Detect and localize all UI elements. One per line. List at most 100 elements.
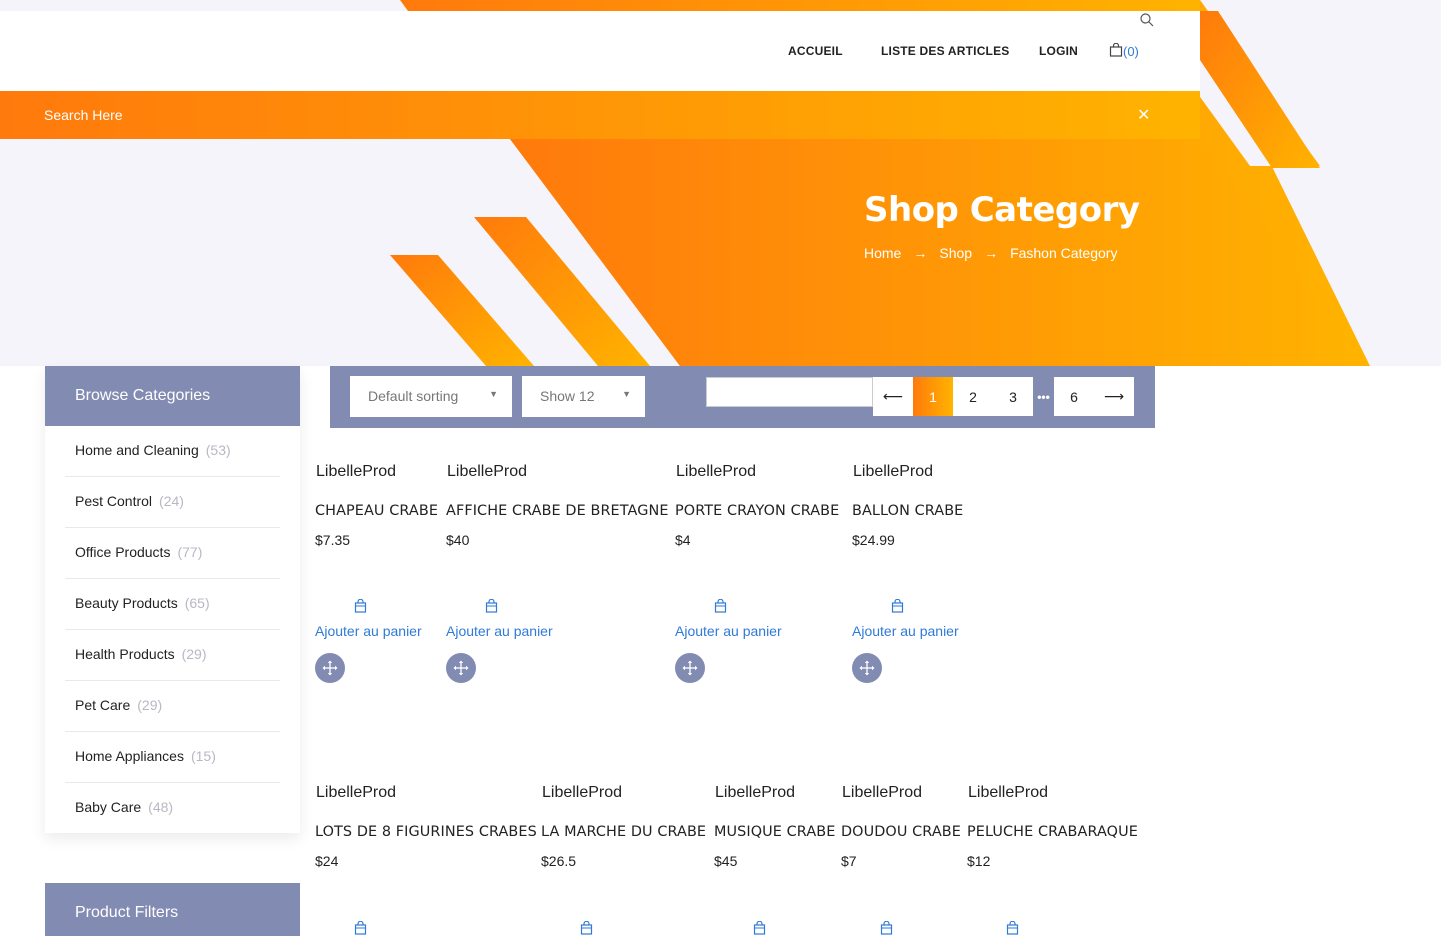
page-button[interactable]: 6 [1054, 377, 1094, 416]
product-image[interactable]: LibelleProd [315, 460, 396, 481]
nav-accueil[interactable]: ACCUEIL [788, 44, 843, 58]
shopping-bag-icon[interactable] [354, 920, 367, 936]
product-title[interactable]: LA MARCHE DU CRABE [541, 824, 706, 840]
product-image[interactable]: LibelleProd [714, 781, 795, 802]
product-image[interactable]: LibelleProd [541, 781, 622, 802]
arrow-right-icon: → [984, 245, 999, 261]
product-title[interactable]: BALLON CRABE [852, 503, 963, 519]
product-image-alt: LibelleProd [676, 463, 757, 480]
search-bar[interactable]: Search Here ✕ [0, 91, 1200, 139]
category-item[interactable]: Office Products (77) [65, 528, 280, 579]
category-count: (65) [184, 595, 210, 611]
category-label: Home Appliances [75, 748, 184, 764]
shopping-bag-icon[interactable] [753, 920, 766, 936]
product-price: $24 [315, 853, 339, 869]
shopping-bag-icon[interactable] [880, 920, 893, 936]
category-label: Health Products [75, 646, 175, 662]
category-count: (53) [205, 442, 231, 458]
product-image-alt: LibelleProd [968, 784, 1049, 801]
product-title[interactable]: DOUDOU CRABE [841, 824, 961, 840]
move-button[interactable] [852, 653, 882, 683]
add-to-cart-link[interactable]: Ajouter au panier [315, 623, 422, 639]
move-button[interactable] [315, 653, 345, 683]
product-price: $4 [675, 532, 691, 548]
page-button[interactable]: 3 [993, 377, 1033, 416]
cart-button[interactable]: (0) [1109, 42, 1139, 60]
breadcrumb-category[interactable]: Fashon Category [1010, 245, 1117, 261]
prev-page-button[interactable]: ⟵ [873, 377, 913, 416]
category-count: (48) [148, 799, 174, 815]
product-image-alt: LibelleProd [842, 784, 923, 801]
shopping-bag-icon[interactable] [1006, 920, 1019, 936]
product-title[interactable]: AFFICHE CRABE DE BRETAGNE [446, 503, 669, 519]
product-image[interactable]: LibelleProd [852, 460, 933, 481]
category-label: Home and Cleaning [75, 442, 199, 458]
page-button[interactable]: 1 [913, 377, 953, 416]
shopping-bag-icon[interactable] [354, 598, 367, 618]
top-header: ACCUEIL LISTE DES ARTICLES LOGIN (0) [0, 11, 1200, 91]
product-image-alt: LibelleProd [316, 463, 397, 480]
nav-login[interactable]: LOGIN [1039, 44, 1078, 58]
close-icon[interactable]: ✕ [1137, 105, 1150, 125]
category-item[interactable]: Baby Care (48) [65, 783, 280, 834]
shopping-bag-icon[interactable] [714, 598, 727, 618]
nav-liste-des-articles[interactable]: LISTE DES ARTICLES [881, 44, 1010, 58]
product-title[interactable]: PELUCHE CRABARAQUE [967, 824, 1138, 840]
product-filters-title: Product Filters [45, 883, 300, 936]
category-item[interactable]: Pet Care (29) [65, 681, 280, 732]
add-to-cart-link[interactable]: Ajouter au panier [852, 623, 959, 639]
product-image[interactable]: LibelleProd [841, 781, 922, 802]
product-image-alt: LibelleProd [715, 784, 796, 801]
product-image[interactable]: LibelleProd [315, 781, 396, 802]
browse-categories-title: Browse Categories [45, 366, 300, 426]
product-price: $7 [841, 853, 857, 869]
product-image[interactable]: LibelleProd [967, 781, 1048, 802]
search-placeholder[interactable]: Search Here [44, 107, 123, 123]
search-icon[interactable] [1140, 13, 1154, 32]
category-item[interactable]: Home Appliances (15) [65, 732, 280, 783]
add-to-cart-link[interactable]: Ajouter au panier [675, 623, 782, 639]
product-image-alt: LibelleProd [542, 784, 623, 801]
product-title[interactable]: CHAPEAU CRABE [315, 503, 438, 519]
product-price: $12 [967, 853, 991, 869]
category-count: (29) [181, 646, 207, 662]
browse-categories-panel: Browse Categories Home and Cleaning (53) … [45, 366, 300, 833]
category-item[interactable]: Health Products (29) [65, 630, 280, 681]
add-to-cart-link[interactable]: Ajouter au panier [446, 623, 553, 639]
product-title[interactable]: LOTS DE 8 FIGURINES CRABES [315, 824, 537, 840]
shopping-bag-icon[interactable] [485, 598, 498, 618]
arrow-right-icon: ⟶ [1103, 388, 1125, 404]
product-price: $45 [714, 853, 738, 869]
category-list: Home and Cleaning (53) Pest Control (24) O… [45, 426, 300, 834]
shopping-bag-icon[interactable] [891, 598, 904, 618]
page-button[interactable]: 2 [953, 377, 993, 416]
product-image[interactable]: LibelleProd [675, 460, 756, 481]
category-label: Beauty Products [75, 595, 178, 611]
product-price: $24.99 [852, 532, 895, 548]
product-image-alt: LibelleProd [316, 784, 397, 801]
product-title[interactable]: MUSIQUE CRABE [714, 824, 835, 840]
category-item[interactable]: Beauty Products (65) [65, 579, 280, 630]
toolbar-search-input[interactable] [706, 377, 873, 407]
show-count-select[interactable]: Show 12 ▼ [522, 376, 645, 417]
shopping-bag-icon [1109, 42, 1123, 60]
product-image[interactable]: LibelleProd [446, 460, 527, 481]
breadcrumb: Home → Shop → Fashon Category [864, 245, 1117, 261]
move-button[interactable] [675, 653, 705, 683]
category-label: Pet Care [75, 697, 131, 713]
category-item[interactable]: Pest Control (24) [65, 477, 280, 528]
pagination: ⟵ 1 2 3 ••• 6 ⟶ [873, 377, 1134, 416]
sorting-select[interactable]: Default sorting ▼ [350, 376, 512, 417]
chevron-down-icon: ▼ [622, 389, 631, 399]
category-label: Pest Control [75, 493, 153, 509]
move-button[interactable] [446, 653, 476, 683]
shopping-bag-icon[interactable] [580, 920, 593, 936]
product-title[interactable]: PORTE CRAYON CRABE [675, 503, 839, 519]
category-count: (29) [137, 697, 163, 713]
category-item[interactable]: Home and Cleaning (53) [65, 426, 280, 477]
product-price: $7.35 [315, 532, 351, 548]
next-page-button[interactable]: ⟶ [1094, 377, 1134, 416]
breadcrumb-shop[interactable]: Shop [939, 245, 972, 261]
breadcrumb-home[interactable]: Home [864, 245, 901, 261]
cart-count: (0) [1123, 44, 1139, 59]
